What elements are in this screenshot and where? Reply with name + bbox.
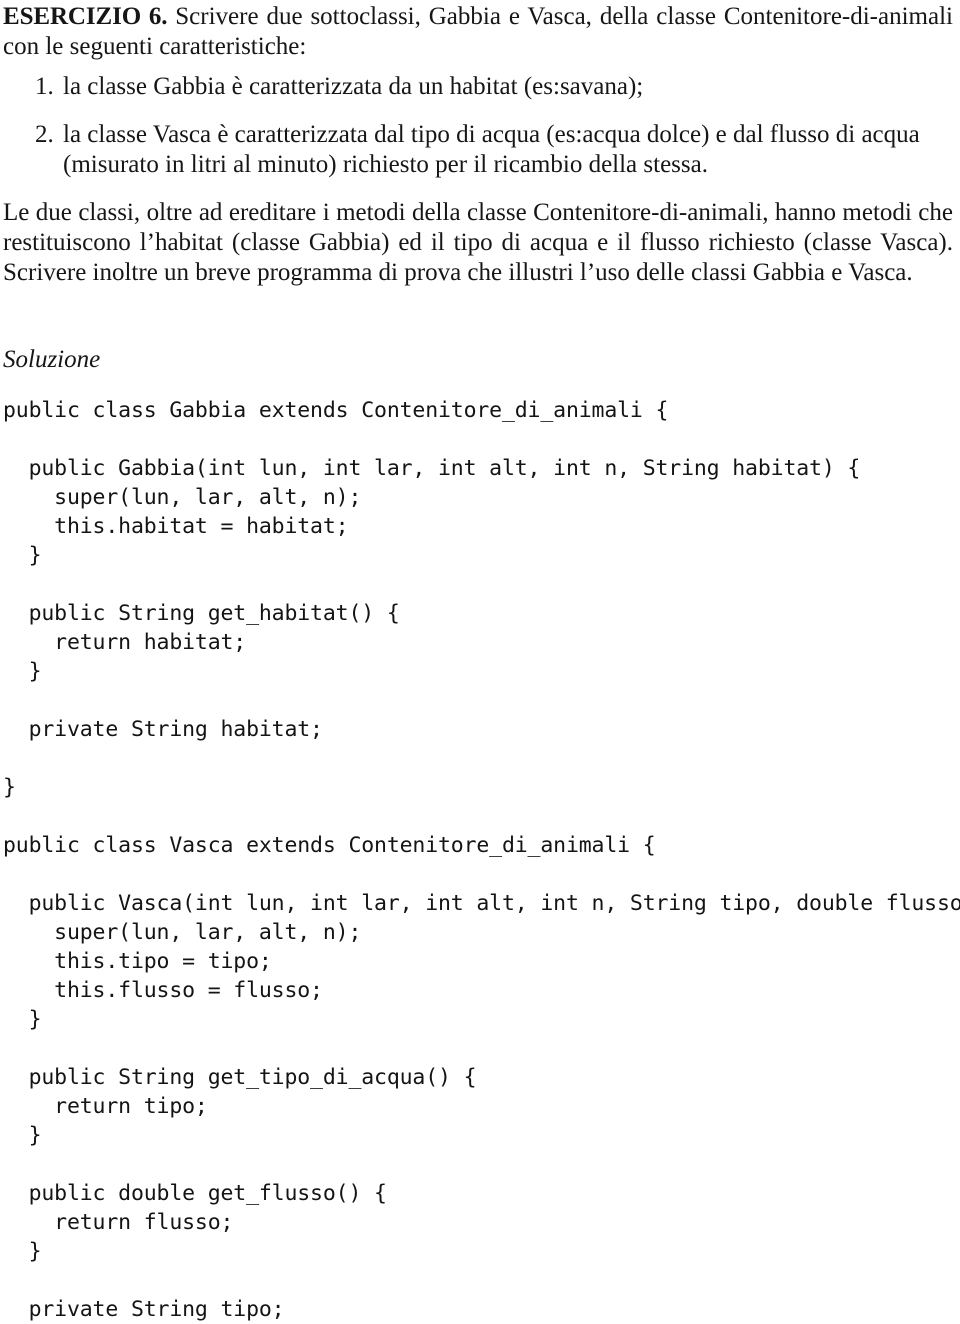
- document-page: ESERCIZIO 6. Scrivere due sottoclassi, G…: [0, 0, 960, 1324]
- code-line: public Gabbia(int lun, int lar, int alt,…: [3, 456, 861, 481]
- code-line: }: [3, 543, 42, 568]
- code-line: private String habitat;: [3, 717, 323, 742]
- solution-heading: Soluzione: [3, 346, 101, 373]
- list-item-label-continued: (misurato in litri al minuto) richiesto …: [63, 151, 708, 178]
- code-line: private String tipo;: [3, 1297, 285, 1322]
- list-item-number: 1.: [35, 73, 54, 100]
- requirements-list-second: 2. la classe Vasca è caratterizzata dal …: [3, 120, 953, 180]
- code-line: }: [3, 659, 42, 684]
- exercise-heading: ESERCIZIO 6. Scrivere due sottoclassi, G…: [3, 2, 953, 62]
- code-line: public String get_habitat() {: [3, 601, 400, 626]
- code-line: public String get_tipo_di_acqua() {: [3, 1065, 477, 1090]
- list-item: 1. la classe Gabbia è caratterizzata da …: [3, 72, 953, 102]
- code-line: }: [3, 775, 16, 800]
- list-item-label: la classe Gabbia è caratterizzata da un …: [63, 73, 644, 100]
- code-line: return tipo;: [3, 1094, 208, 1119]
- code-line: this.flusso = flusso;: [3, 978, 323, 1003]
- code-line: return flusso;: [3, 1210, 234, 1235]
- code-line: }: [3, 1123, 42, 1148]
- exercise-description: Le due classi, oltre ad ereditare i meto…: [3, 199, 953, 286]
- list-item: 2. la classe Vasca è caratterizzata dal …: [3, 120, 953, 180]
- list-item-number: 2.: [35, 121, 54, 148]
- code-line: public class Gabbia extends Contenitore_…: [3, 398, 669, 423]
- code-line: super(lun, lar, alt, n);: [3, 485, 362, 510]
- code-line: this.tipo = tipo;: [3, 949, 272, 974]
- code-line: }: [3, 1239, 42, 1264]
- exercise-label: ESERCIZIO 6.: [3, 3, 168, 30]
- solution-code-listing: public class Gabbia extends Contenitore_…: [3, 396, 960, 1324]
- code-line: return habitat;: [3, 630, 247, 655]
- list-item-label: la classe Vasca è caratterizzata dal tip…: [63, 121, 920, 148]
- code-line: public double get_flusso() {: [3, 1181, 387, 1206]
- code-line: }: [3, 1007, 42, 1032]
- requirements-list: 1. la classe Gabbia è caratterizzata da …: [3, 72, 953, 102]
- code-line: super(lun, lar, alt, n);: [3, 920, 362, 945]
- code-line: public Vasca(int lun, int lar, int alt, …: [3, 891, 960, 916]
- code-line: this.habitat = habitat;: [3, 514, 349, 539]
- code-line: public class Vasca extends Contenitore_d…: [3, 833, 656, 858]
